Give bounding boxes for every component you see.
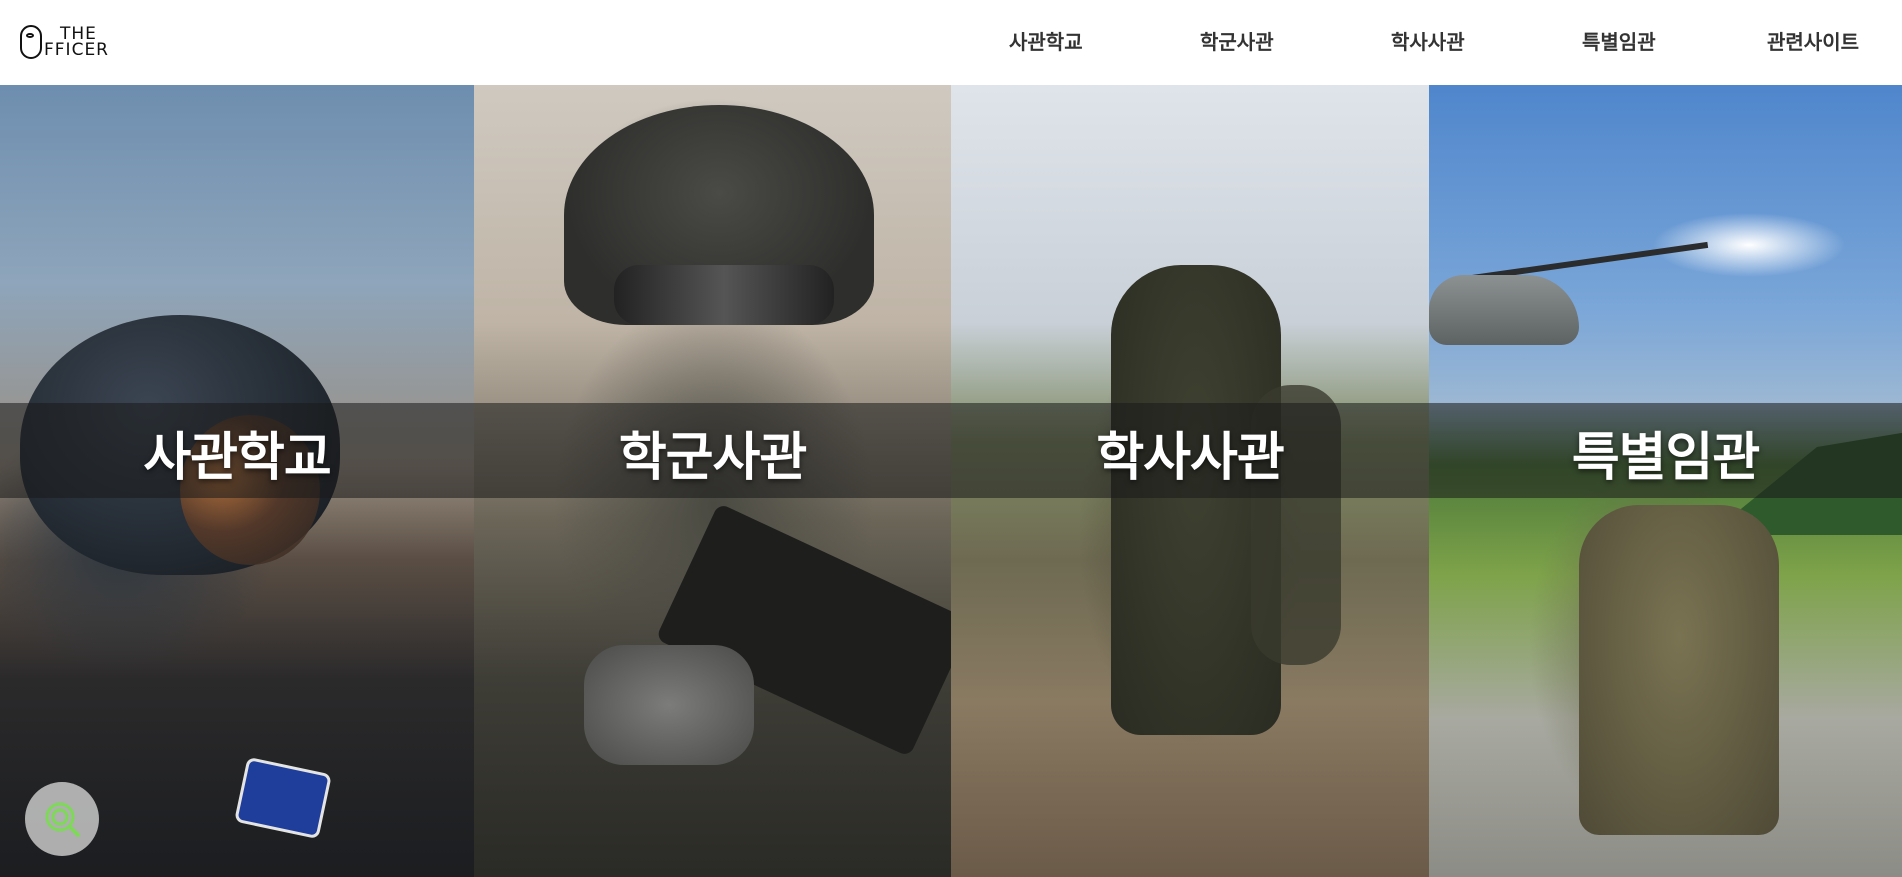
nav-item-related-sites[interactable]: 관련사이트	[1767, 26, 1859, 55]
site-header: THE FFICER 사관학교 학군사관 학사사관 특별임관 관련사이트	[0, 0, 1902, 85]
nav-item-ocs[interactable]: 학사사관	[1391, 26, 1465, 55]
glove-image	[584, 645, 754, 765]
logo-mark-icon	[20, 25, 42, 59]
panel-title-academy: 사관학교	[143, 428, 331, 488]
logo-text: THE FFICER	[44, 26, 109, 60]
panel-special[interactable]: 특별임관	[1429, 85, 1902, 877]
flag-patch-image	[234, 756, 332, 840]
search-icon	[45, 802, 80, 837]
kneeling-soldier-image	[1579, 505, 1779, 835]
category-panels: 사관학교 학군사관 학사사관 특별임관	[0, 85, 1902, 877]
logo-line-2: FFICER	[44, 40, 109, 60]
panel-rotc[interactable]: 학군사관	[474, 85, 951, 877]
panel-title-ocs: 학사사관	[1096, 428, 1284, 488]
panel-ocs[interactable]: 학사사관	[951, 85, 1429, 877]
helicopter-image	[1429, 275, 1579, 345]
nav-item-rotc[interactable]: 학군사관	[1200, 26, 1274, 55]
main-nav: 사관학교 학군사관 학사사관 특별임관 관련사이트	[902, 0, 1902, 85]
panel-title-special: 특별임관	[1571, 428, 1760, 488]
panel-academy[interactable]: 사관학교	[0, 85, 474, 877]
soldier-goggles-image	[614, 265, 834, 325]
floating-search-button[interactable]	[25, 782, 99, 856]
site-logo[interactable]: THE FFICER	[20, 22, 120, 62]
nav-item-academy[interactable]: 사관학교	[1009, 26, 1083, 55]
nav-item-special[interactable]: 특별임관	[1582, 26, 1656, 55]
panel-title-rotc: 학군사관	[618, 428, 807, 488]
